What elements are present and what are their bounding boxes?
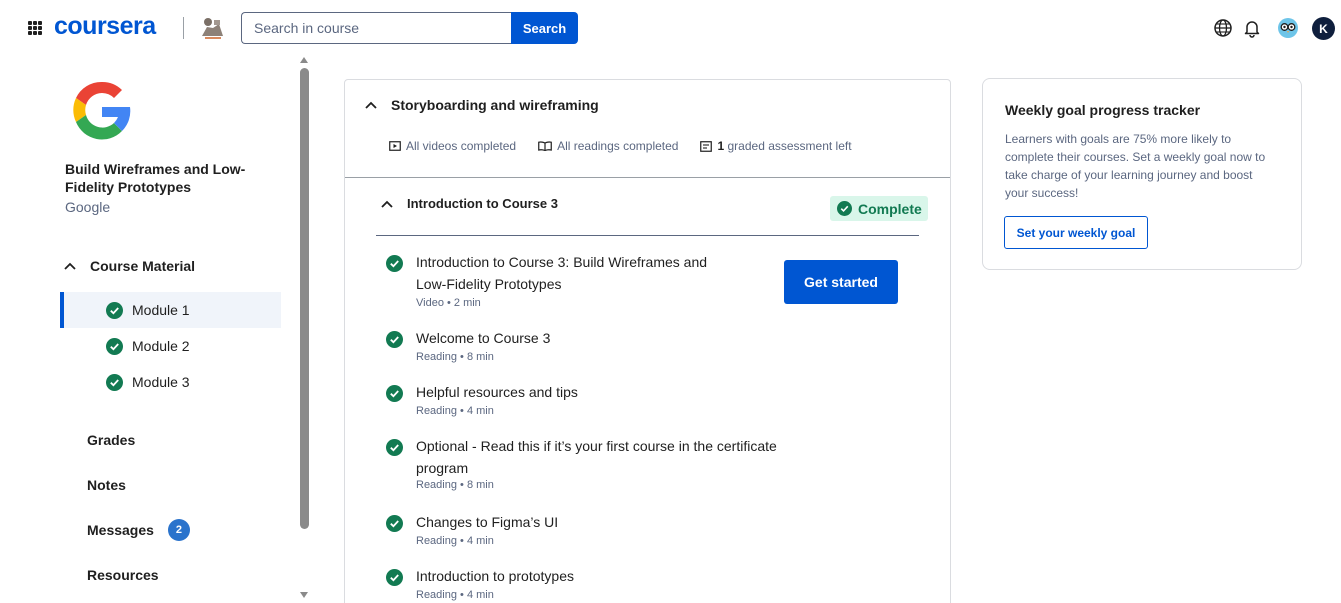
- logo-divider: [183, 17, 184, 39]
- messages-label: Messages: [87, 522, 154, 538]
- scroll-up-arrow-icon[interactable]: [300, 57, 308, 63]
- module-label: Module 2: [132, 338, 190, 354]
- set-weekly-goal-button[interactable]: Set your weekly goal: [1004, 216, 1148, 249]
- goal-card-title: Weekly goal progress tracker: [1005, 102, 1201, 118]
- subsection-divider: [376, 235, 919, 236]
- item-title[interactable]: Optional - Read this if it’s your first …: [416, 435, 791, 479]
- search-input[interactable]: [242, 13, 512, 43]
- readings-stat: All readings completed: [538, 139, 678, 153]
- lesson-title: Storyboarding and wireframing: [391, 97, 599, 113]
- book-icon: [538, 141, 552, 151]
- module-label: Module 3: [132, 374, 190, 390]
- check-circle-icon: [106, 338, 123, 355]
- module-content-card: Storyboarding and wireframing All videos…: [344, 79, 951, 603]
- section-divider: [345, 177, 950, 178]
- video-icon: [389, 141, 401, 151]
- course-org: Google: [65, 199, 111, 215]
- goal-card-text: Learners with goals are 75% more likely …: [1005, 132, 1266, 200]
- item-meta: Reading • 4 min: [416, 405, 494, 417]
- user-avatar[interactable]: K: [1312, 17, 1335, 40]
- sidebar-scrollbar[interactable]: [299, 56, 311, 603]
- course-title[interactable]: Build Wireframes and Low-Fidelity Protot…: [65, 160, 290, 196]
- item-meta: Reading • 4 min: [416, 535, 494, 547]
- graded-stat: 1 graded assessment left: [700, 139, 852, 153]
- sidebar-item-module-1[interactable]: Module 1: [60, 292, 281, 328]
- messages-count-badge: 2: [167, 519, 190, 541]
- item-title[interactable]: Welcome to Course 3: [416, 327, 776, 349]
- check-circle-icon: [386, 439, 403, 456]
- scroll-down-arrow-icon[interactable]: [300, 592, 308, 598]
- check-circle-icon: [386, 569, 403, 586]
- videos-stat: All videos completed: [389, 139, 516, 153]
- apps-grid-icon[interactable]: [28, 21, 42, 35]
- partner-logo-icon: [202, 18, 223, 39]
- item-title[interactable]: Introduction to prototypes: [416, 565, 776, 587]
- subsection-toggle[interactable]: Introduction to Course 3: [381, 196, 558, 211]
- check-circle-icon: [386, 385, 403, 402]
- check-circle-icon: [386, 331, 403, 348]
- sidebar-item-messages[interactable]: Messages 2: [87, 519, 190, 541]
- sidebar-item-resources[interactable]: Resources: [87, 567, 159, 583]
- sidebar-item-module-3[interactable]: Module 3: [60, 364, 281, 400]
- check-circle-icon: [837, 201, 852, 216]
- sidebar-item-notes[interactable]: Notes: [87, 477, 126, 493]
- chevron-up-icon: [64, 262, 76, 270]
- google-logo-icon: [73, 81, 131, 140]
- scrollbar-thumb[interactable]: [300, 68, 309, 529]
- notification-bell-icon[interactable]: [1242, 18, 1262, 38]
- globe-icon[interactable]: [1213, 18, 1233, 38]
- list-item[interactable]: Introduction to Course 3: Build Wirefram…: [386, 251, 806, 311]
- item-meta: Reading • 4 min: [416, 589, 494, 601]
- sidebar-item-module-2[interactable]: Module 2: [60, 328, 281, 364]
- check-circle-icon: [386, 255, 403, 272]
- chevron-up-icon: [381, 200, 393, 208]
- item-title[interactable]: Introduction to Course 3: Build Wirefram…: [416, 251, 716, 295]
- list-item[interactable]: Welcome to Course 3 Reading • 8 min: [386, 327, 806, 367]
- course-search-field[interactable]: [241, 12, 512, 44]
- list-item[interactable]: Introduction to prototypes Reading • 4 m…: [386, 565, 806, 603]
- coursera-logo[interactable]: coursera: [54, 12, 156, 41]
- list-item[interactable]: Optional - Read this if it’s your first …: [386, 435, 806, 497]
- chevron-up-icon: [365, 101, 377, 109]
- assessment-icon: [700, 140, 713, 152]
- course-material-label: Course Material: [90, 258, 196, 274]
- check-circle-icon: [106, 302, 123, 319]
- top-header: coursera Search K: [0, 0, 1341, 56]
- complete-status-text: Complete: [858, 200, 922, 217]
- graded-stat-text: graded assessment left: [727, 139, 852, 153]
- videos-stat-text: All videos completed: [406, 139, 517, 153]
- list-item[interactable]: Helpful resources and tips Reading • 4 m…: [386, 381, 806, 421]
- complete-status-badge: Complete: [830, 196, 928, 221]
- item-meta: Reading • 8 min: [416, 351, 494, 363]
- readings-stat-text: All readings completed: [557, 139, 679, 153]
- item-meta: Video • 2 min: [416, 297, 481, 309]
- course-material-toggle[interactable]: Course Material: [64, 258, 195, 274]
- module-label: Module 1: [132, 302, 190, 318]
- course-sidebar: Build Wireframes and Low-Fidelity Protot…: [0, 56, 296, 603]
- lesson-toggle[interactable]: Storyboarding and wireframing: [365, 97, 599, 113]
- check-circle-icon: [106, 374, 123, 391]
- coach-owl-icon[interactable]: [1277, 17, 1299, 39]
- subsection-title: Introduction to Course 3: [407, 196, 558, 211]
- item-title[interactable]: Changes to Figma’s UI: [416, 511, 776, 533]
- item-title[interactable]: Helpful resources and tips: [416, 381, 776, 403]
- get-started-button[interactable]: Get started: [784, 260, 898, 304]
- check-circle-icon: [386, 515, 403, 532]
- graded-count: 1: [717, 139, 725, 153]
- item-meta: Reading • 8 min: [416, 479, 494, 491]
- sidebar-item-grades[interactable]: Grades: [87, 432, 135, 448]
- lesson-stats: All videos completed All readings comple…: [389, 139, 852, 153]
- search-button[interactable]: Search: [511, 12, 578, 44]
- list-item[interactable]: Changes to Figma’s UI Reading • 4 min: [386, 511, 806, 551]
- weekly-goal-card: Weekly goal progress tracker Learners wi…: [982, 78, 1302, 270]
